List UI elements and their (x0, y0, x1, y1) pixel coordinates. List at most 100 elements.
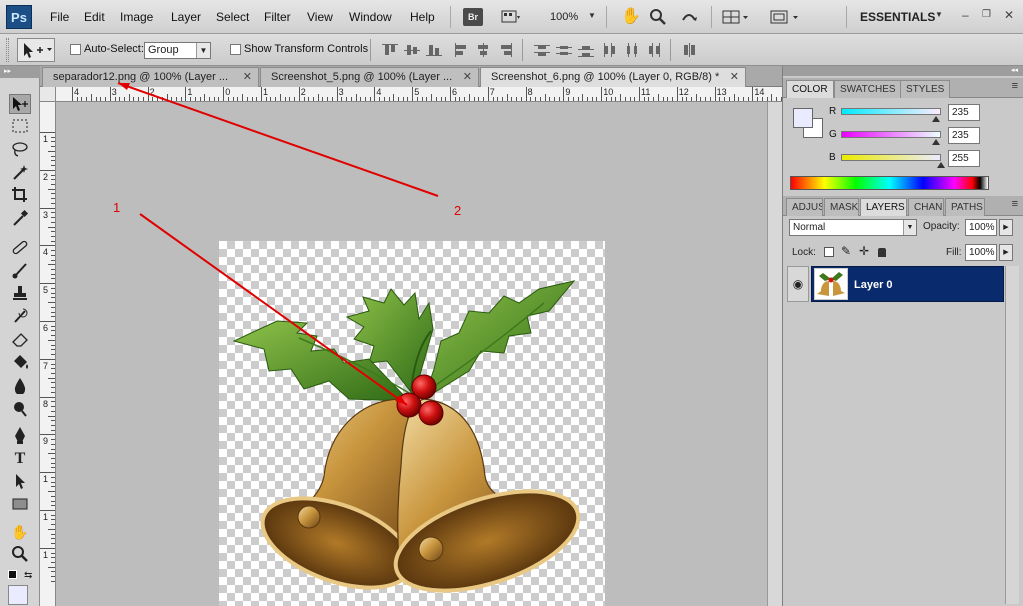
lock-pixels-icon[interactable]: ✎ (841, 244, 851, 258)
fill-field[interactable]: 100% (965, 244, 997, 261)
tab-masks[interactable]: MASK (824, 198, 859, 216)
zoom-tool-icon[interactable] (9, 545, 31, 565)
menu-filter[interactable]: Filter (264, 10, 291, 24)
rotate-view-icon[interactable] (679, 8, 699, 26)
show-transform-checkbox[interactable] (230, 44, 241, 55)
tab-swatches[interactable]: SWATCHES (834, 80, 902, 98)
zoom-level[interactable]: 100% (550, 11, 578, 23)
menu-view[interactable]: View (307, 10, 333, 24)
close-icon[interactable]: ✕ (243, 68, 252, 86)
expand-panels-icon[interactable]: ◂◂ (783, 66, 1023, 76)
lock-all-icon[interactable] (878, 248, 886, 257)
tab-color[interactable]: COLOR (786, 80, 834, 98)
vertical-ruler[interactable]: 1 2 3 4 5 6 7 8 9 1 1 1 (40, 102, 56, 606)
dodge-tool-icon[interactable] (9, 399, 31, 419)
brush-tool-icon[interactable] (9, 261, 31, 281)
align-top-icon[interactable] (382, 43, 398, 57)
type-tool-icon[interactable]: T (9, 449, 31, 469)
view-extras-icon[interactable] (500, 8, 522, 26)
panel-menu-icon[interactable]: ≡ (1012, 80, 1018, 92)
blue-slider-handle[interactable] (937, 162, 945, 168)
bridge-button[interactable]: Br (463, 8, 483, 26)
marquee-tool-icon[interactable] (9, 117, 31, 137)
eyedropper-tool-icon[interactable] (9, 209, 31, 229)
menu-layer[interactable]: Layer (171, 10, 201, 24)
move-tool-icon[interactable] (9, 94, 31, 114)
minimize-icon[interactable]: – (962, 8, 969, 22)
vertical-scrollbar[interactable] (767, 102, 782, 606)
path-selection-tool-icon[interactable] (9, 472, 31, 492)
ruler-origin[interactable] (40, 87, 56, 102)
tab-channels[interactable]: CHAN (908, 198, 944, 216)
align-hcenter-icon[interactable] (476, 43, 492, 57)
paint-bucket-tool-icon[interactable] (9, 353, 31, 373)
tab-paths[interactable]: PATHS (945, 198, 985, 216)
rectangle-tool-icon[interactable] (9, 495, 31, 515)
tab-styles[interactable]: STYLES (900, 80, 951, 98)
lock-transparency-icon[interactable] (824, 247, 834, 257)
layer-row[interactable]: Layer 0 (811, 266, 1004, 302)
eraser-tool-icon[interactable] (9, 330, 31, 350)
blue-channel-field[interactable]: 255 (948, 150, 980, 167)
hand-tool-icon[interactable]: ✋ (621, 6, 641, 25)
restore-icon[interactable]: ❐ (982, 9, 991, 20)
zoom-tool-icon[interactable] (649, 8, 667, 26)
blue-channel-slider[interactable] (841, 154, 941, 161)
distribute-vcenter-icon[interactable] (556, 43, 572, 57)
menu-edit[interactable]: Edit (84, 10, 105, 24)
magic-wand-tool-icon[interactable] (9, 163, 31, 183)
default-colors-icon[interactable] (8, 570, 17, 579)
green-channel-field[interactable]: 235 (948, 127, 980, 144)
foreground-color-swatch[interactable] (793, 108, 813, 128)
blur-tool-icon[interactable] (9, 376, 31, 396)
horizontal-ruler[interactable]: 4 3 2 1 0 1 2 3 4 5 6 7 8 9 10 11 12 13 14 (56, 87, 782, 102)
document-tab[interactable]: separador12.png @ 100% (Layer ... ✕ (42, 67, 259, 87)
align-left-icon[interactable] (454, 43, 470, 57)
pen-tool-icon[interactable] (9, 426, 31, 446)
tab-adjustments[interactable]: ADJUS (786, 198, 823, 216)
blend-mode-dropdown[interactable]: Normal ▼ (789, 219, 917, 236)
arrange-documents-icon[interactable] (721, 8, 751, 26)
document-canvas[interactable] (219, 241, 605, 606)
red-channel-field[interactable]: 235 (948, 104, 980, 121)
close-icon[interactable]: ✕ (1004, 8, 1014, 22)
align-bottom-icon[interactable] (426, 43, 442, 57)
clone-stamp-tool-icon[interactable] (9, 284, 31, 304)
opacity-arrow-icon[interactable]: ▶ (999, 219, 1013, 236)
options-grip[interactable] (6, 38, 9, 62)
panel-menu-icon[interactable]: ≡ (1012, 198, 1018, 210)
auto-select-checkbox[interactable] (70, 44, 81, 55)
close-icon[interactable]: ✕ (463, 68, 472, 86)
lasso-tool-icon[interactable] (9, 140, 31, 160)
collapse-panel-icon[interactable]: ▸▸ (0, 66, 40, 78)
layer-visibility-toggle[interactable]: ◉ (787, 266, 809, 302)
document-tab[interactable]: Screenshot_5.png @ 100% (Layer ... ✕ (260, 67, 479, 87)
green-slider-handle[interactable] (932, 139, 940, 145)
red-channel-slider[interactable] (841, 108, 941, 115)
close-icon[interactable]: ✕ (730, 68, 739, 86)
document-tab-active[interactable]: Screenshot_6.png @ 100% (Layer 0, RGB/8)… (480, 67, 746, 87)
menu-window[interactable]: Window (349, 10, 392, 24)
crop-tool-icon[interactable] (9, 186, 31, 206)
healing-brush-tool-icon[interactable] (9, 238, 31, 258)
history-brush-tool-icon[interactable] (9, 307, 31, 327)
auto-select-dropdown[interactable]: Group ▼ (144, 42, 211, 59)
align-right-icon[interactable] (498, 43, 514, 57)
menu-file[interactable]: File (50, 10, 69, 24)
auto-align-layers-icon[interactable] (682, 43, 698, 57)
distribute-top-icon[interactable] (534, 43, 550, 57)
swap-colors-icon[interactable]: ⇆ (24, 570, 32, 581)
green-channel-slider[interactable] (841, 131, 941, 138)
red-slider-handle[interactable] (932, 116, 940, 122)
distribute-left-icon[interactable] (602, 43, 618, 57)
tab-layers[interactable]: LAYERS (860, 198, 907, 216)
opacity-field[interactable]: 100% (965, 219, 997, 236)
screen-mode-icon[interactable] (768, 8, 804, 26)
tool-preset-picker[interactable] (17, 38, 55, 62)
distribute-right-icon[interactable] (646, 43, 662, 57)
lock-position-icon[interactable]: ✛ (859, 244, 869, 258)
layers-scrollbar[interactable] (1005, 266, 1019, 604)
hand-tool-icon[interactable]: ✋ (9, 522, 31, 542)
menu-image[interactable]: Image (120, 10, 153, 24)
foreground-color-swatch[interactable] (8, 585, 28, 605)
